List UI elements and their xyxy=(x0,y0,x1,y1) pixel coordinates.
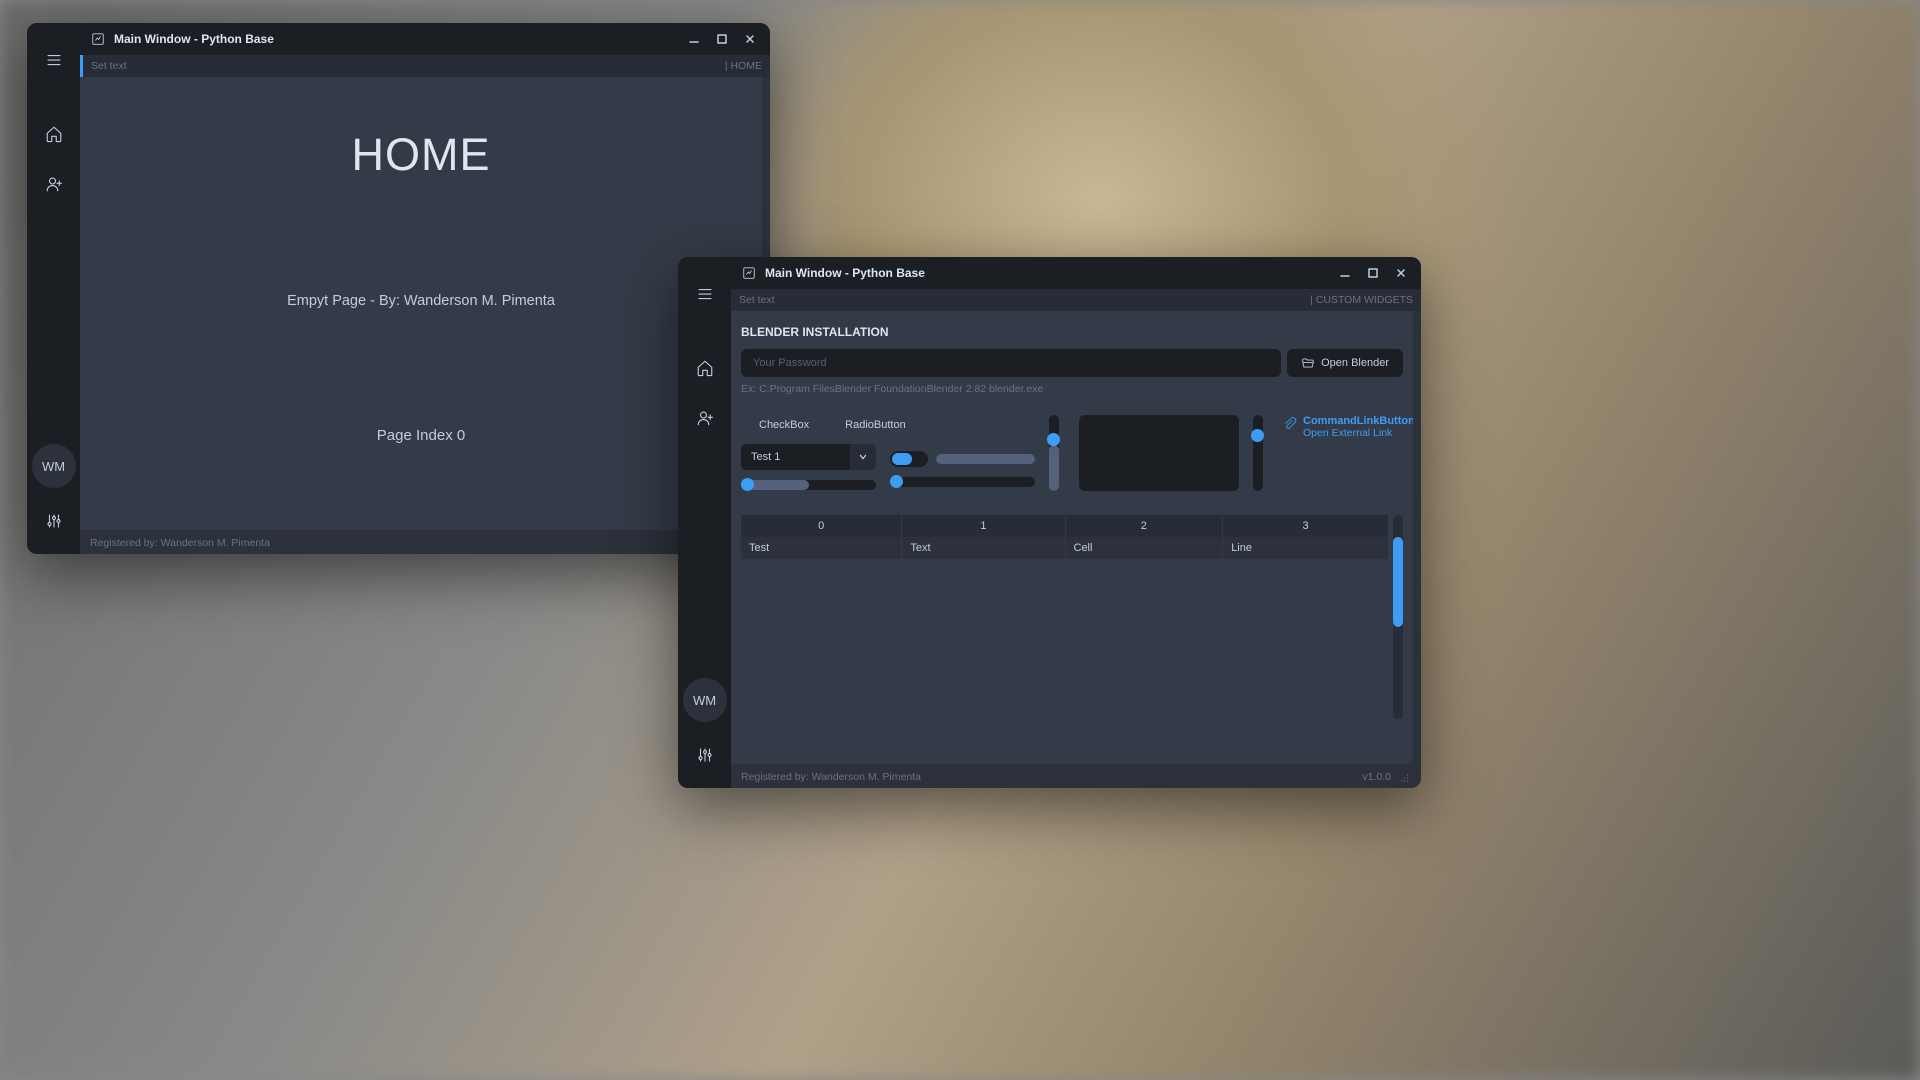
nav-settings-button[interactable] xyxy=(687,737,723,773)
maximize-icon xyxy=(1367,267,1379,279)
close-button[interactable] xyxy=(1387,259,1415,287)
table-cell[interactable]: Test xyxy=(741,537,902,559)
table-cell[interactable]: Text xyxy=(902,537,1065,559)
open-blender-button[interactable]: Open Blender xyxy=(1287,349,1403,377)
page-title: HOME xyxy=(352,129,491,181)
breadcrumb-right: | CUSTOM WIDGETS xyxy=(1310,294,1413,306)
table-cell[interactable]: Line xyxy=(1223,537,1389,559)
table-scrollbar[interactable] xyxy=(1393,515,1403,719)
close-button[interactable] xyxy=(736,25,764,53)
page-index-label: Page Index 0 xyxy=(377,427,465,444)
nav-home-button[interactable] xyxy=(687,350,723,386)
maximize-button[interactable] xyxy=(1359,259,1387,287)
table-header[interactable]: 1 xyxy=(902,515,1065,537)
avatar[interactable]: WM xyxy=(683,678,727,722)
table-header[interactable]: 0 xyxy=(741,515,902,537)
sliders-icon xyxy=(45,512,63,530)
vertical-scrollbar-1[interactable] xyxy=(1049,415,1059,491)
table-header[interactable]: 2 xyxy=(1065,515,1223,537)
home-icon xyxy=(45,125,63,143)
text-area[interactable] xyxy=(1079,415,1239,491)
breadcrumb-bar: Set text | CUSTOM WIDGETS xyxy=(731,289,1421,311)
minimize-button[interactable] xyxy=(1331,259,1359,287)
password-input[interactable] xyxy=(741,349,1281,377)
table-widget: 0 1 2 3 Test Text Cell Line xyxy=(741,515,1403,719)
sliders-icon xyxy=(696,746,714,764)
page-content: HOME Empyt Page - By: Wanderson M. Pimen… xyxy=(80,77,762,530)
nav-home-button[interactable] xyxy=(36,116,72,152)
home-icon xyxy=(696,359,714,377)
main-panel: Main Window - Python Base Set text | CUS… xyxy=(731,257,1421,788)
statusbar: Registered by: Wanderson M. Pimenta xyxy=(80,532,770,554)
user-add-icon xyxy=(696,409,714,427)
vertical-scrollbar-2[interactable] xyxy=(1253,415,1263,491)
sidebar: WM xyxy=(27,23,80,554)
combobox-value: Test 1 xyxy=(751,451,780,463)
table-header[interactable]: 3 xyxy=(1223,515,1389,537)
slider-3[interactable] xyxy=(890,477,1035,487)
titlebar[interactable]: Main Window - Python Base xyxy=(80,23,770,55)
chevron-down-icon xyxy=(850,444,876,470)
path-hint: Ex: C:Program FilesBlender FoundationBle… xyxy=(741,377,1403,409)
open-blender-label: Open Blender xyxy=(1321,357,1389,369)
section-title: BLENDER INSTALLATION xyxy=(741,311,1403,349)
breadcrumb-left: Set text xyxy=(739,294,775,306)
maximize-icon xyxy=(716,33,728,45)
page-subtitle: Empyt Page - By: Wanderson M. Pimenta xyxy=(287,293,555,309)
sidebar: WM xyxy=(678,257,731,788)
table-row[interactable]: Test Text Cell Line xyxy=(741,537,1389,559)
status-credit: Registered by: Wanderson M. Pimenta xyxy=(741,771,921,783)
window-title: Main Window - Python Base xyxy=(114,32,274,46)
window-home: WM Main Window - Python Base Set text | … xyxy=(27,23,770,554)
minimize-button[interactable] xyxy=(680,25,708,53)
version-label: v1.0.0 xyxy=(1362,771,1391,783)
minimize-icon xyxy=(688,33,700,45)
combobox[interactable]: Test 1 xyxy=(741,444,876,470)
avatar[interactable]: WM xyxy=(32,444,76,488)
nav-settings-button[interactable] xyxy=(36,503,72,539)
minimize-icon xyxy=(1339,267,1351,279)
slider-2[interactable] xyxy=(936,454,1035,464)
app-icon xyxy=(90,31,106,47)
switch-toggle[interactable] xyxy=(890,451,928,467)
hamburger-icon xyxy=(696,285,714,303)
nav-user-button[interactable] xyxy=(687,400,723,436)
menu-toggle-button[interactable] xyxy=(36,42,72,78)
status-credit: Registered by: Wanderson M. Pimenta xyxy=(90,537,270,549)
user-add-icon xyxy=(45,175,63,193)
slider-1[interactable] xyxy=(741,480,876,490)
titlebar[interactable]: Main Window - Python Base xyxy=(731,257,1421,289)
nav-user-button[interactable] xyxy=(36,166,72,202)
command-link-subtitle: Open External Link xyxy=(1303,427,1413,439)
window-widgets: WM Main Window - Python Base Set text | … xyxy=(678,257,1421,788)
close-icon xyxy=(1395,267,1407,279)
maximize-button[interactable] xyxy=(708,25,736,53)
checkbox-label: CheckBox xyxy=(759,419,809,431)
resize-grip-icon[interactable] xyxy=(1399,771,1411,783)
close-icon xyxy=(744,33,756,45)
breadcrumb-bar: Set text | HOME xyxy=(80,55,770,77)
command-link-button[interactable]: CommandLinkButton Open External Link xyxy=(1283,415,1403,439)
main-panel: Main Window - Python Base Set text | HOM… xyxy=(80,23,770,554)
breadcrumb-left: Set text xyxy=(91,60,127,72)
attachment-icon xyxy=(1283,417,1297,431)
window-title: Main Window - Python Base xyxy=(765,266,925,280)
page-content: BLENDER INSTALLATION Open Blender Ex: C:… xyxy=(731,311,1413,764)
command-link-title: CommandLinkButton xyxy=(1303,415,1413,427)
menu-toggle-button[interactable] xyxy=(687,276,723,312)
hamburger-icon xyxy=(45,51,63,69)
app-icon xyxy=(741,265,757,281)
breadcrumb-right: | HOME xyxy=(725,60,762,72)
folder-open-icon xyxy=(1301,356,1315,370)
statusbar: Registered by: Wanderson M. Pimenta v1.0… xyxy=(731,766,1421,788)
table-cell[interactable]: Cell xyxy=(1065,537,1223,559)
